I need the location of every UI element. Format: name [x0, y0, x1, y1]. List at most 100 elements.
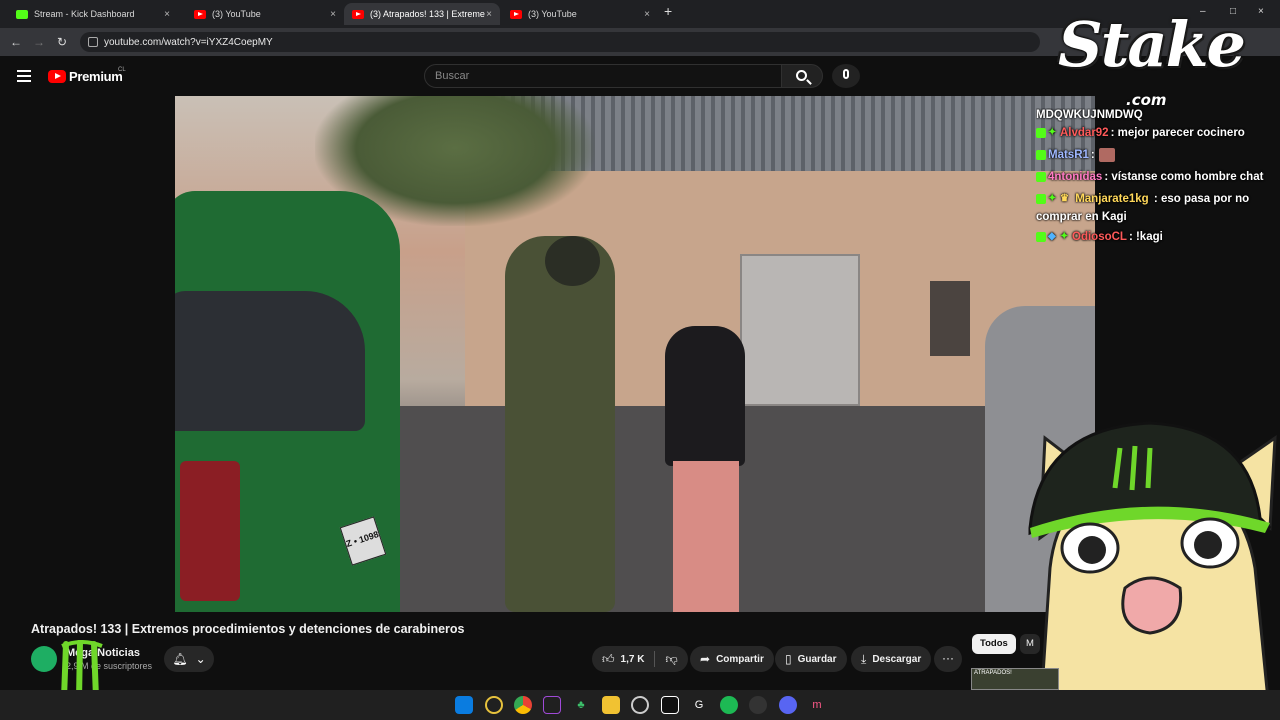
share-label: Compartir — [716, 653, 764, 665]
chip-next[interactable]: M — [1020, 634, 1040, 654]
bookmark-icon: ▯ — [785, 652, 792, 666]
chrome-icon[interactable] — [514, 696, 532, 714]
recommended-thumbnail[interactable]: ATRAPADOS! — [971, 668, 1059, 690]
close-tab-icon[interactable]: × — [486, 9, 492, 20]
chevron-down-icon: ⌄ — [195, 652, 206, 666]
tail-light — [180, 461, 240, 601]
search-button[interactable] — [781, 64, 823, 88]
back-arrow-icon[interactable]: ← — [10, 35, 22, 49]
chat-text: : mejor parecer cocinero — [1110, 127, 1245, 139]
close-tab-icon[interactable]: × — [644, 9, 650, 20]
garage-door-scene — [740, 254, 860, 406]
channel-avatar[interactable] — [31, 646, 57, 672]
chat-message: MDQWKUJNMDWQ — [1036, 108, 1280, 122]
save-button[interactable]: ▯ Guardar — [775, 646, 847, 672]
share-icon: ➦ — [700, 652, 711, 666]
region-code: CL — [118, 67, 126, 73]
notification-bell-button[interactable]: 🔔︎ ⌄ — [164, 646, 214, 672]
kick-badge-icon — [1036, 193, 1046, 204]
forward-arrow-icon[interactable]: → — [33, 35, 45, 49]
video-title: Atrapados! 133 | Extremos procedimientos… — [31, 622, 465, 636]
cat-mascot-overlay — [1028, 421, 1277, 720]
purple-app-icon[interactable] — [543, 696, 561, 714]
spotify-icon[interactable] — [720, 696, 738, 714]
chat-username: Alvdar92 — [1060, 127, 1109, 139]
video-player[interactable]: Z • 1098 — [175, 96, 1095, 612]
sparkle-badge-icon: ✦ — [1060, 231, 1069, 242]
tab-kick-dashboard[interactable]: Stream - Kick Dashboard × — [8, 3, 178, 25]
steam-icon[interactable] — [631, 696, 649, 714]
chat-message: ◆ ✦ OdiosoCL : !kagi — [1036, 226, 1280, 248]
officer-figure — [505, 236, 615, 612]
sparkle-badge-icon: ✦ — [1048, 192, 1057, 204]
voice-search-button[interactable] — [832, 64, 860, 88]
youtube-icon — [194, 9, 206, 19]
crown-badge-icon: ♛ — [1060, 192, 1069, 204]
new-tab-button[interactable]: + — [664, 3, 672, 19]
g-app-icon[interactable]: G — [690, 696, 708, 714]
youtube-logo-icon[interactable] — [48, 70, 66, 83]
site-info-icon[interactable] — [88, 37, 98, 47]
red-app-icon[interactable]: m — [808, 696, 826, 714]
kick-badge-icon — [1036, 172, 1046, 182]
download-button[interactable]: ⤓ Descargar — [851, 646, 932, 672]
search-input[interactable]: Buscar — [424, 64, 782, 88]
reload-icon[interactable]: ↻ — [57, 35, 67, 49]
officer-head — [545, 236, 600, 286]
stream-chat-overlay: MDQWKUJNMDWQ ✦ Alvdar92 : mejor parecer … — [1036, 108, 1280, 248]
cat-nose — [1121, 576, 1183, 635]
microphone-icon — [843, 69, 849, 79]
youtube-premium-logo[interactable]: Premium — [69, 69, 123, 84]
tree-app-icon[interactable]: ♣ — [572, 696, 590, 714]
tab-youtube-1[interactable]: (3) YouTube × — [186, 3, 344, 25]
close-window-button[interactable]: × — [1258, 6, 1264, 17]
folder-icon[interactable] — [602, 696, 620, 714]
gem-badge-icon: ◆ — [1048, 231, 1056, 242]
chat-text: : vístanse como hombre chat — [1104, 171, 1264, 183]
url-field[interactable]: youtube.com/watch?v=iYXZ4CoepMY — [80, 32, 1040, 52]
screen: Stream - Kick Dashboard × (3) YouTube × … — [0, 0, 1280, 720]
windows-start-icon[interactable] — [455, 696, 473, 714]
bell-icon: 🔔︎ — [172, 652, 188, 666]
chat-username: MatsR1 — [1048, 149, 1089, 161]
woman-figure — [665, 326, 745, 466]
like-count[interactable]: 1,7 K — [621, 654, 645, 665]
youtube-icon — [510, 9, 522, 19]
stake-logo-suffix: .com — [1126, 91, 1167, 109]
tab-title: (3) YouTube — [528, 9, 577, 19]
chat-text: : — [1090, 149, 1095, 161]
dislike-icon[interactable]: 👎︎ — [665, 652, 677, 667]
obs-icon[interactable] — [749, 696, 767, 714]
search-icon — [796, 70, 807, 81]
download-label: Descargar — [872, 653, 922, 665]
tab-title: Stream - Kick Dashboard — [34, 9, 135, 19]
chat-message: ✦ ♛ Manjarate1kg : eso pasa por no compra… — [1036, 190, 1280, 226]
chat-username: Manjarate1kg — [1075, 193, 1149, 205]
save-label: Guardar — [797, 653, 837, 665]
close-tab-icon[interactable]: × — [330, 9, 336, 20]
windows-taskbar: ♣ G m — [0, 690, 1280, 720]
discord-icon[interactable] — [779, 696, 797, 714]
like-icon[interactable]: 👍︎ — [602, 652, 615, 667]
emote-icon — [1098, 148, 1115, 162]
url-text: youtube.com/watch?v=iYXZ4CoepMY — [104, 36, 273, 48]
menu-icon[interactable] — [17, 70, 31, 82]
chat-message: ✦ Alvdar92 : mejor parecer cocinero — [1036, 122, 1280, 144]
circle-app-icon[interactable] — [485, 696, 503, 714]
more-actions-button[interactable]: ··· — [934, 646, 962, 672]
chat-username: MDQWKUJNMDWQ — [1036, 109, 1143, 121]
license-plate: Z • 1098 — [339, 516, 387, 566]
tab-atrapados[interactable]: (3) Atrapados! 133 | Extreme × — [344, 3, 500, 25]
share-button[interactable]: ➦ Compartir — [690, 646, 774, 672]
tab-youtube-2[interactable]: (3) YouTube × — [502, 3, 658, 25]
like-dislike-group: 👍︎ 1,7 K 👎︎ — [592, 646, 688, 672]
chip-all[interactable]: Todos — [972, 634, 1016, 654]
close-tab-icon[interactable]: × — [164, 9, 170, 20]
capcut-icon[interactable] — [661, 696, 679, 714]
tab-title: (3) Atrapados! 133 | Extreme — [370, 9, 485, 19]
download-icon: ⤓ — [861, 651, 867, 666]
kick-badge-icon — [1036, 232, 1046, 242]
chat-username: OdiosoCL — [1072, 231, 1127, 243]
kick-badge-icon — [1036, 150, 1046, 160]
tab-title: (3) YouTube — [212, 9, 261, 19]
